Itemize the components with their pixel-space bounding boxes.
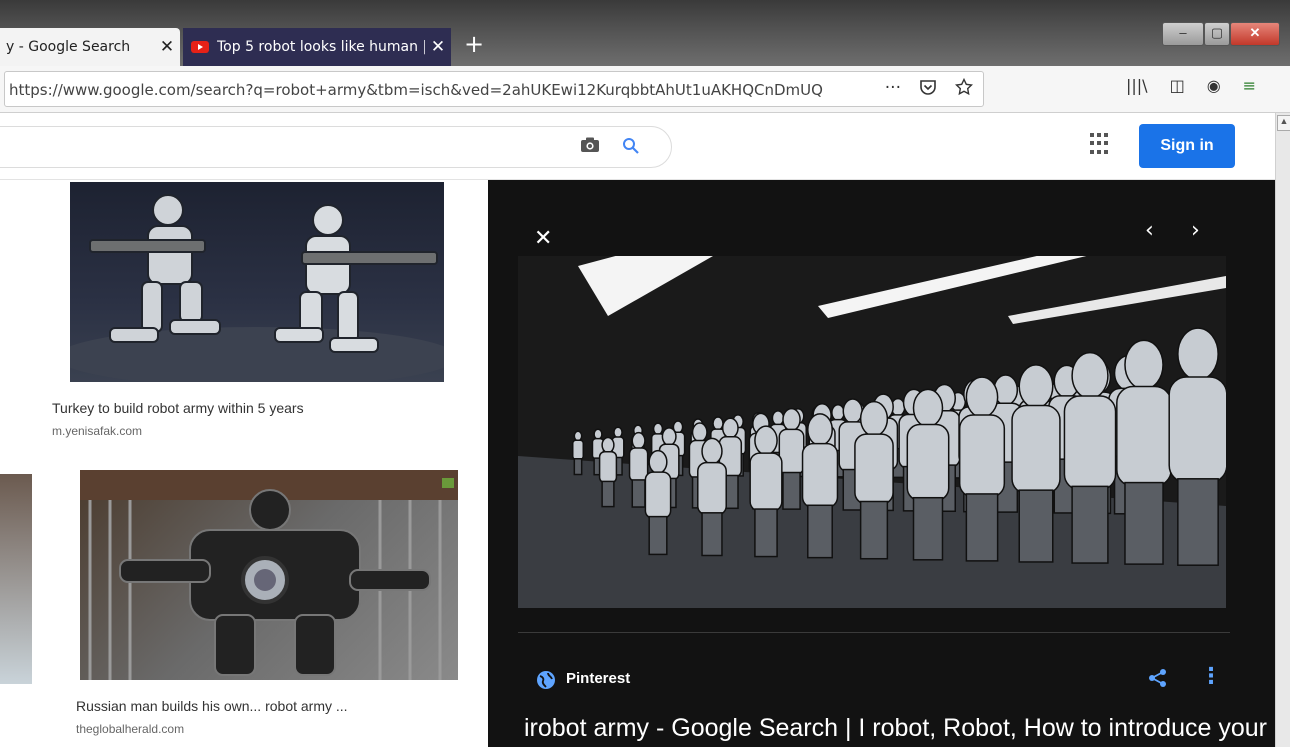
nav-bar: https://www.google.com/search?q=robot+ar… (0, 66, 1290, 113)
camera-icon[interactable] (580, 137, 600, 153)
sign-in-button[interactable]: Sign in (1139, 124, 1235, 168)
result-title[interactable]: Russian man builds his own... robot army… (76, 698, 348, 714)
google-header: Sign in (0, 113, 1275, 180)
menu-icon[interactable]: ≡ (1243, 76, 1256, 95)
result-source[interactable]: m.yenisafak.com (52, 424, 142, 438)
pocket-icon[interactable] (919, 78, 937, 101)
search-input[interactable] (0, 126, 672, 168)
url-text[interactable]: https://www.google.com/search?q=robot+ar… (9, 81, 839, 99)
toolbar-right: |||\ ◫ ◉ ≡ (1126, 76, 1256, 95)
youtube-icon (191, 41, 209, 53)
url-actions: ··· (885, 77, 974, 101)
next-image-button[interactable]: › (1191, 218, 1200, 243)
search-icon[interactable] (622, 137, 640, 155)
image-preview-panel: ✕ ‹ › Pinterest ⋮ irobot army - Google S… (488, 180, 1275, 747)
tab-label: y - Google Search (6, 39, 131, 55)
globe-icon (536, 670, 556, 690)
sidebar-icon[interactable]: ◫ (1170, 76, 1185, 95)
result-image-scrap-robot[interactable] (80, 470, 458, 680)
scrollbar[interactable]: ▲ (1275, 113, 1290, 747)
address-bar[interactable]: https://www.google.com/search?q=robot+ar… (4, 71, 984, 107)
new-tab-button[interactable]: + (458, 30, 490, 60)
image-results: Turkey to build robot army within 5 year… (0, 180, 488, 747)
page-actions-icon[interactable]: ··· (885, 78, 901, 101)
share-icon[interactable] (1148, 668, 1168, 688)
preview-image[interactable] (518, 256, 1226, 608)
account-icon[interactable]: ◉ (1207, 76, 1221, 95)
tab-google-search[interactable]: y - Google Search ✕ (0, 28, 180, 66)
preview-title[interactable]: irobot army - Google Search | I robot, R… (524, 714, 1275, 743)
previous-image-button[interactable]: ‹ (1145, 218, 1154, 243)
partial-result-image[interactable] (0, 474, 32, 684)
close-icon[interactable]: ✕ (154, 37, 180, 57)
tab-youtube[interactable]: Top 5 robot looks like human | ✕ (183, 28, 451, 66)
result-source[interactable]: theglobalherald.com (76, 722, 184, 736)
screen: y - Google Search ✕ Top 5 robot looks li… (0, 0, 1290, 747)
scroll-up-arrow[interactable]: ▲ (1277, 115, 1290, 131)
tab-strip: y - Google Search ✕ Top 5 robot looks li… (0, 0, 1290, 66)
result-image-robot-soldiers[interactable] (70, 182, 444, 382)
maximize-button[interactable]: ▢ (1204, 22, 1230, 46)
apps-icon[interactable] (1090, 133, 1112, 155)
preview-source[interactable]: Pinterest (566, 670, 630, 687)
minimize-button[interactable]: – (1162, 22, 1204, 46)
result-title[interactable]: Turkey to build robot army within 5 year… (52, 400, 304, 416)
star-icon[interactable] (954, 77, 974, 101)
preview-divider (518, 632, 1230, 633)
library-icon[interactable]: |||\ (1126, 76, 1148, 95)
close-icon[interactable]: ✕ (425, 37, 451, 57)
more-icon[interactable]: ⋮ (1200, 664, 1222, 689)
tab-label: Top 5 robot looks like human | (217, 39, 425, 55)
close-preview-button[interactable]: ✕ (534, 226, 552, 251)
window-close-button[interactable]: ✕ (1230, 22, 1280, 46)
